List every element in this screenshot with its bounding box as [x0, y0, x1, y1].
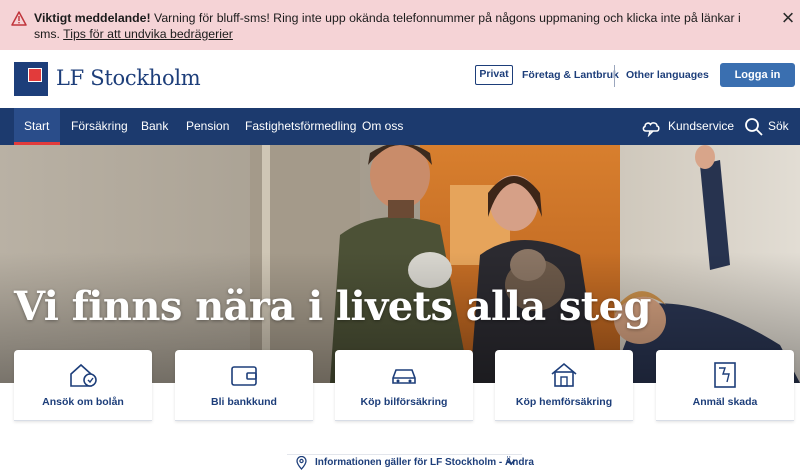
- alert-message: Viktigt meddelande! Varning för bluff-sm…: [34, 10, 764, 42]
- other-languages-link[interactable]: Other languages: [626, 69, 709, 81]
- segment-foretag[interactable]: Företag & Lantbruk: [522, 69, 619, 81]
- alert-link[interactable]: Tips för att undvika bedrägerier: [63, 27, 233, 41]
- card-kop-hemforsakring[interactable]: Köp hemförsäkring: [495, 350, 633, 421]
- alert-banner: Viktigt meddelande! Varning för bluff-sm…: [0, 0, 800, 50]
- logo-text[interactable]: LF Stockholm: [56, 66, 201, 90]
- info-divider: [287, 454, 522, 455]
- car-icon: [392, 369, 416, 384]
- nav-item-pension[interactable]: Pension: [186, 108, 229, 145]
- header-divider: [614, 65, 615, 87]
- card-label: Köp bilförsäkring: [360, 396, 448, 408]
- search-icon[interactable]: [744, 117, 764, 137]
- search-link[interactable]: Sök: [768, 108, 789, 145]
- house-mortgage-icon: [70, 363, 97, 387]
- nav-item-bank[interactable]: Bank: [141, 108, 168, 145]
- nav-item-forsakring[interactable]: Försäkring: [71, 108, 128, 145]
- wallet-icon: [231, 366, 257, 386]
- nav-item-om-oss[interactable]: Om oss: [362, 108, 403, 145]
- segment-privat[interactable]: Privat: [475, 65, 513, 85]
- nav-item-fastighetsformedling[interactable]: Fastighetsförmedling: [245, 108, 356, 145]
- close-icon[interactable]: ×: [779, 7, 797, 29]
- hero-banner: Vi finns nära i livets alla steg: [0, 145, 800, 383]
- main-nav: Start Försäkring Bank Pension Fastighets…: [0, 108, 800, 145]
- card-anmal-skada[interactable]: Anmäl skada: [656, 350, 794, 421]
- card-ansok-om-bolan[interactable]: Ansök om bolån: [14, 350, 152, 421]
- cloud-chat-icon[interactable]: [641, 117, 661, 137]
- card-label: Ansök om bolån: [42, 396, 124, 408]
- hero-photo: [0, 145, 800, 383]
- alert-bold: Viktigt meddelande!: [34, 11, 151, 25]
- card-label: Bli bankkund: [211, 396, 277, 408]
- card-kop-bilforsakring[interactable]: Köp bilförsäkring: [335, 350, 473, 421]
- chevron-down-icon[interactable]: [506, 458, 516, 466]
- site-header: LF Stockholm Privat Företag & Lantbruk O…: [0, 50, 800, 108]
- card-label: Köp hemförsäkring: [515, 396, 613, 408]
- kundservice-link[interactable]: Kundservice: [668, 108, 734, 145]
- nav-item-start[interactable]: Start: [14, 108, 60, 145]
- location-pin-icon: [296, 456, 307, 470]
- region-info-text: Informationen gäller för LF Stockholm - …: [315, 457, 534, 468]
- hero-title: Vi finns nära i livets alla steg: [14, 283, 651, 330]
- home-icon: [551, 362, 577, 387]
- warning-triangle-icon: [11, 11, 27, 26]
- login-button[interactable]: Logga in: [720, 63, 795, 87]
- lf-logo-icon[interactable]: [14, 62, 48, 96]
- card-bli-bankkund[interactable]: Bli bankkund: [175, 350, 313, 421]
- claim-document-icon: [714, 362, 736, 388]
- card-label: Anmäl skada: [692, 396, 758, 408]
